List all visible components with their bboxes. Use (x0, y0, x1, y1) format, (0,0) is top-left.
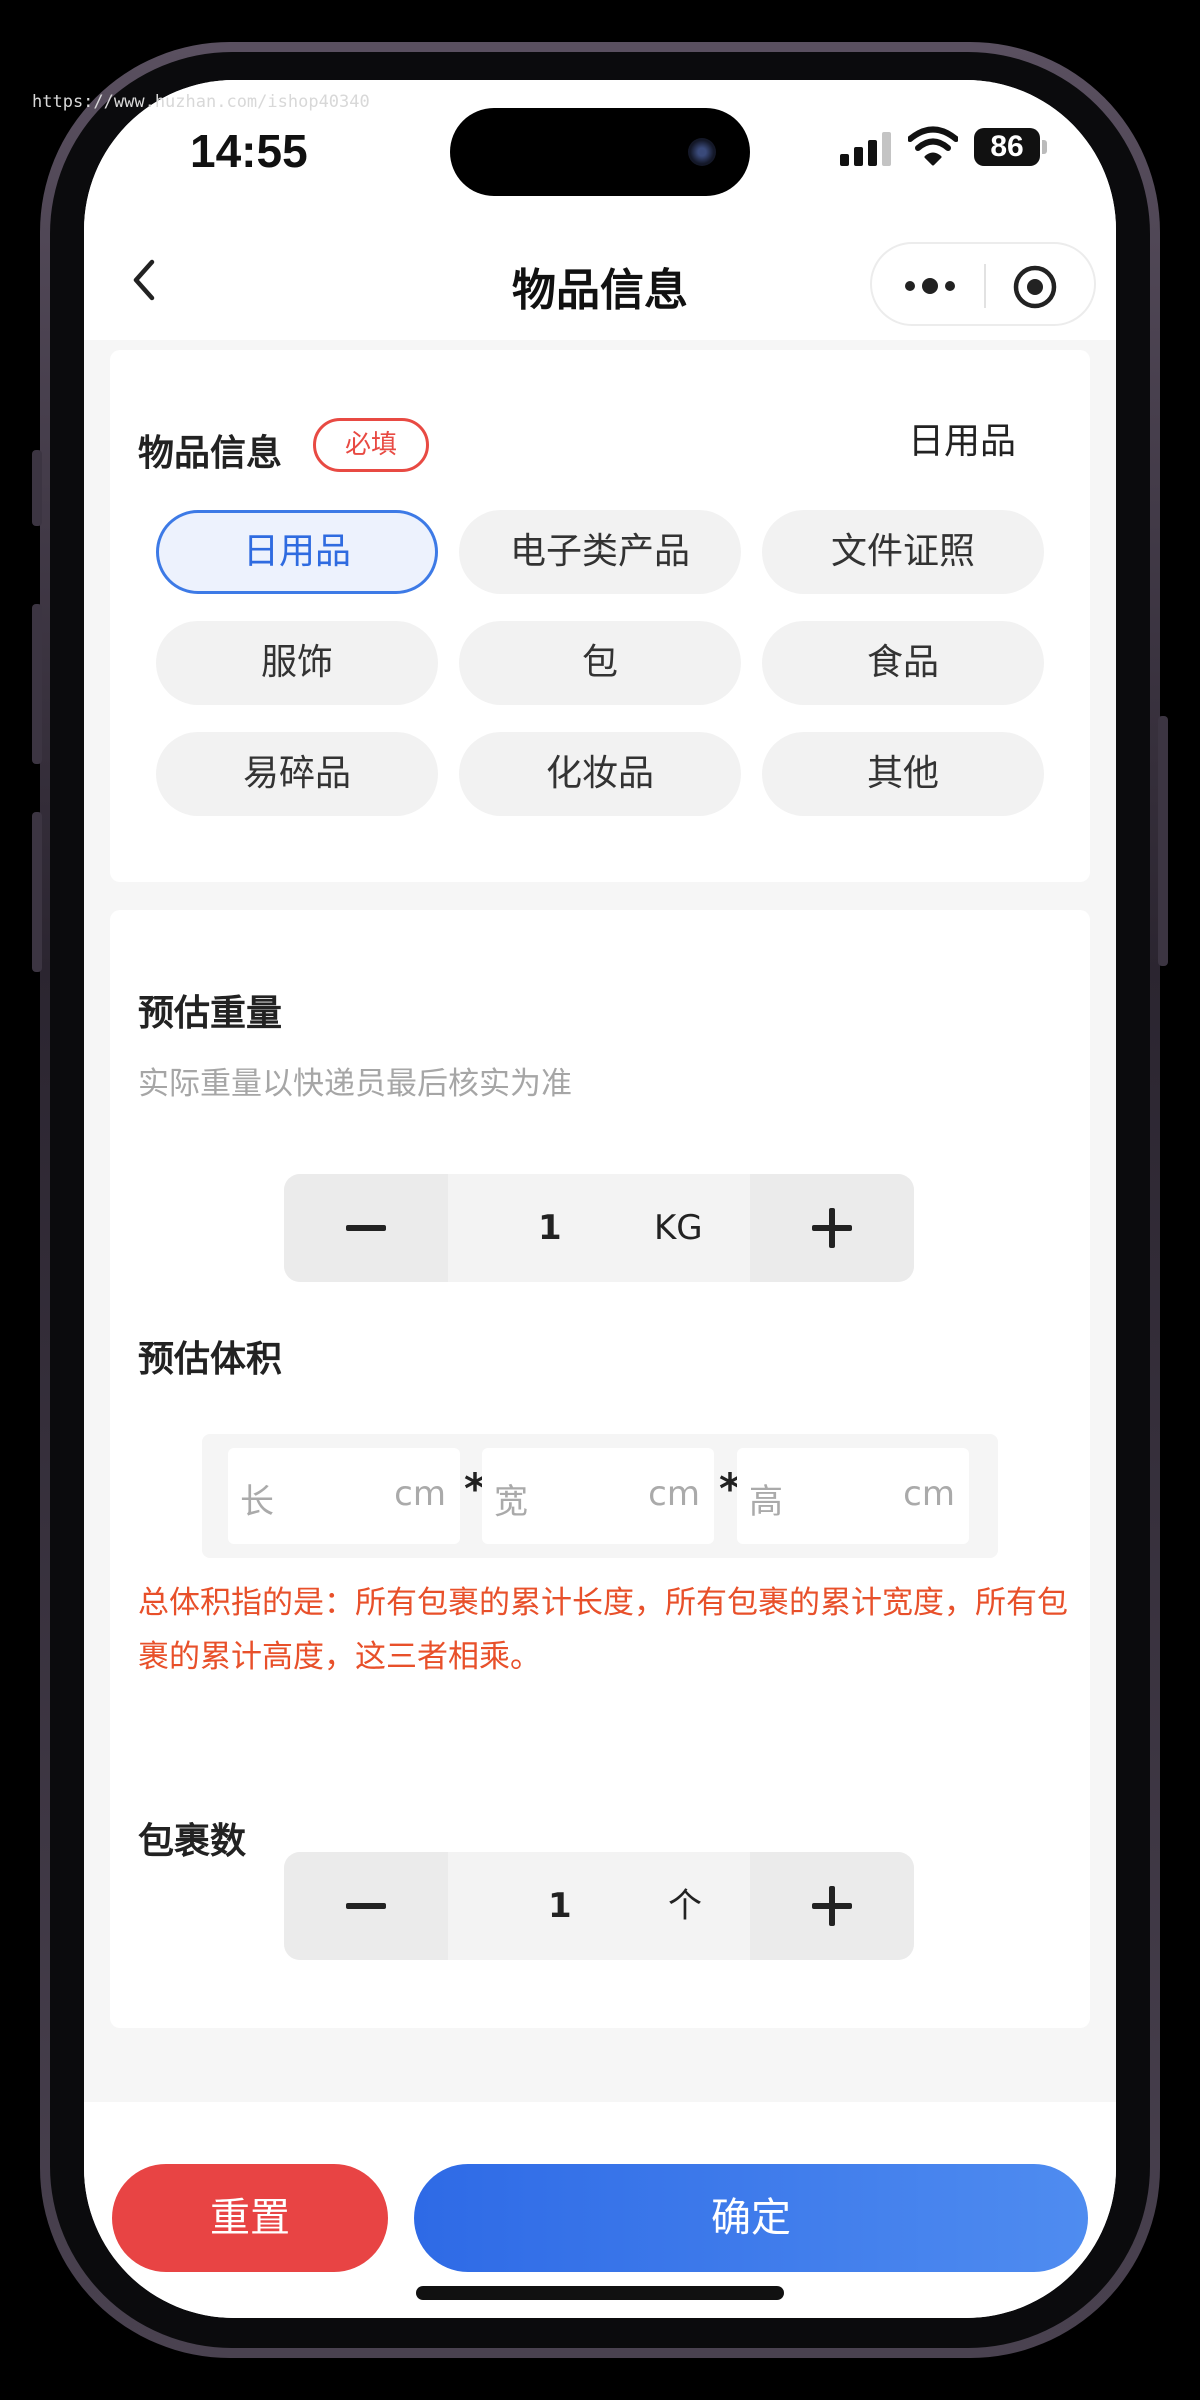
width-input[interactable]: 宽 cm (482, 1448, 714, 1544)
volume-up-button (32, 604, 42, 764)
item-info-title: 物品信息 (138, 433, 283, 474)
minus-icon (346, 1903, 386, 1909)
capsule-divider (984, 264, 986, 308)
volume-inputs: 长 cm * 宽 cm * 高 cm (202, 1434, 998, 1558)
status-time: 14:55 (190, 125, 308, 177)
watermark-url: https://www.huzhan.com/ishop40340 (32, 92, 370, 112)
screen: 14:55 86 物品信息 物品信息 必填 日用品 日用品 电子类产品 文件证照… (84, 80, 1116, 2318)
weight-value[interactable]: 1 (538, 1174, 562, 1282)
battery-tip (1042, 140, 1047, 154)
weight-stepper: 1 KG (284, 1174, 914, 1282)
wifi-icon (908, 126, 958, 166)
weight-hint: 实际重量以快递员最后核实为准 (138, 1066, 572, 1102)
category-chip-cosmetics[interactable]: 化妆品 (459, 732, 741, 816)
power-button (1158, 716, 1168, 966)
mini-program-capsule (870, 242, 1096, 326)
nav-bar: 物品信息 (84, 220, 1116, 340)
selected-category-value: 日用品 (907, 421, 1016, 462)
category-chip-other[interactable]: 其他 (762, 732, 1044, 816)
required-badge: 必填 (313, 418, 429, 472)
plus-icon-vertical (829, 1886, 835, 1926)
dynamic-island (450, 108, 750, 196)
packages-increase-button[interactable] (750, 1852, 914, 1960)
length-input[interactable]: 长 cm (228, 1448, 460, 1544)
more-dots-icon[interactable] (900, 274, 960, 298)
package-details-card: 预估重量 实际重量以快递员最后核实为准 1 KG 预估体积 长 cm * 宽 c… (110, 910, 1090, 2028)
close-target-icon[interactable] (1012, 264, 1058, 310)
home-indicator (416, 2286, 784, 2300)
height-placeholder: 高 (749, 1482, 783, 1522)
camera-icon (688, 138, 716, 166)
width-placeholder: 宽 (494, 1482, 528, 1522)
volume-down-button (32, 812, 42, 972)
category-chip-daily[interactable]: 日用品 (156, 510, 438, 594)
item-info-card: 物品信息 必填 日用品 日用品 电子类产品 文件证照 服饰 包 食品 易碎品 化… (110, 350, 1090, 882)
cellular-signal-icon (840, 132, 892, 166)
mute-switch (32, 450, 42, 526)
plus-icon-vertical (829, 1208, 835, 1248)
battery-icon: 86 (974, 128, 1040, 166)
packages-value[interactable]: 1 (548, 1852, 572, 1960)
weight-increase-button[interactable] (750, 1174, 914, 1282)
volume-title: 预估体积 (138, 1339, 283, 1380)
volume-note: 总体积指的是：所有包裹的累计长度，所有包裹的累计宽度，所有包裹的累计高度，这三者… (138, 1585, 1068, 1675)
packages-stepper: 1 个 (284, 1852, 914, 1960)
category-chip-fragile[interactable]: 易碎品 (156, 732, 438, 816)
minus-icon (346, 1225, 386, 1231)
category-chip-documents[interactable]: 文件证照 (762, 510, 1044, 594)
packages-decrease-button[interactable] (284, 1852, 448, 1960)
confirm-button[interactable]: 确定 (414, 2164, 1088, 2272)
packages-unit: 个 (668, 1886, 702, 1926)
packages-title: 包裹数 (138, 1821, 247, 1862)
category-chip-clothing[interactable]: 服饰 (156, 621, 438, 705)
category-chip-food[interactable]: 食品 (762, 621, 1044, 705)
weight-title: 预估重量 (138, 993, 283, 1034)
width-unit: cm (648, 1474, 700, 1514)
weight-decrease-button[interactable] (284, 1174, 448, 1282)
reset-button[interactable]: 重置 (112, 2164, 388, 2272)
category-chip-electronics[interactable]: 电子类产品 (459, 510, 741, 594)
height-input[interactable]: 高 cm (737, 1448, 969, 1544)
length-placeholder: 长 (240, 1482, 274, 1522)
height-unit: cm (903, 1474, 955, 1514)
category-chip-bag[interactable]: 包 (459, 621, 741, 705)
weight-unit: KG (654, 1208, 703, 1248)
length-unit: cm (394, 1474, 446, 1514)
